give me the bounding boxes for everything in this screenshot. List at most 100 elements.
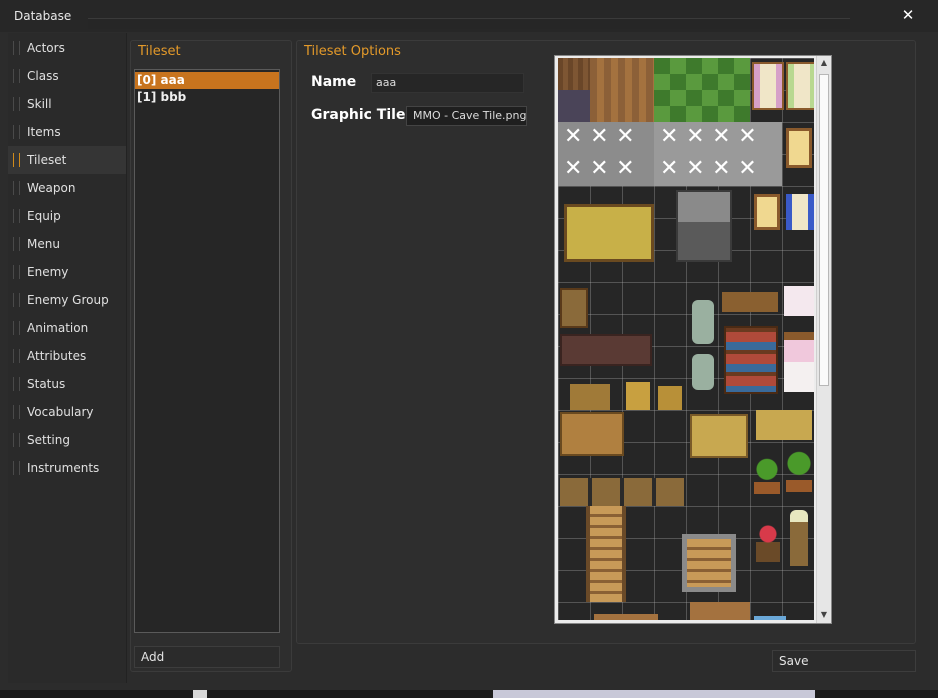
tileset-list: [0] aaa [1] bbb bbox=[134, 69, 280, 633]
sidebar-item-label: Enemy Group bbox=[27, 293, 109, 307]
blocked-x-icon: ✕ ✕ ✕ ✕ bbox=[660, 156, 757, 181]
tileset-scrollbar[interactable]: ▲ ▼ bbox=[816, 56, 831, 623]
tileset-preview[interactable]: ✕ ✕ ✕ ✕ ✕ ✕ ✕ ✕ ✕ ✕ ✕ ✕ ✕ ✕ ▲ ▼ bbox=[554, 55, 832, 624]
plant-tile bbox=[754, 456, 780, 494]
grip-icon bbox=[13, 69, 20, 83]
sidebar-item-skill[interactable]: Skill bbox=[8, 90, 126, 118]
sidebar-item-label: Animation bbox=[27, 321, 89, 335]
grip-icon bbox=[13, 153, 20, 167]
grip-icon bbox=[13, 405, 20, 419]
sidebar-item-equip[interactable]: Equip bbox=[8, 202, 126, 230]
wood-floor-tile bbox=[594, 614, 658, 620]
stairs-tile bbox=[586, 506, 626, 602]
sidebar-item-attributes[interactable]: Attributes bbox=[8, 342, 126, 370]
desk-tile bbox=[722, 292, 778, 312]
sidebar-item-status[interactable]: Status bbox=[8, 370, 126, 398]
scroll-down-icon[interactable]: ▼ bbox=[817, 608, 831, 622]
sidebar-item-label: Menu bbox=[27, 237, 60, 251]
sidebar-item-items[interactable]: Items bbox=[8, 118, 126, 146]
sidebar-item-enemy-group[interactable]: Enemy Group bbox=[8, 286, 126, 314]
sidebar-item-weapon[interactable]: Weapon bbox=[8, 174, 126, 202]
sidebar-item-label: Attributes bbox=[27, 349, 87, 363]
blocked-x-icon: ✕ ✕ ✕ bbox=[564, 124, 635, 149]
shelf-tile bbox=[560, 288, 588, 328]
sidebar-item-actors[interactable]: Actors bbox=[8, 34, 126, 62]
sidebar-item-label: Enemy bbox=[27, 265, 69, 279]
shelf-tile bbox=[570, 384, 610, 410]
sidebar-item-label: Actors bbox=[27, 41, 65, 55]
list-item[interactable]: [0] aaa bbox=[135, 72, 279, 89]
picture-frame-tile bbox=[626, 382, 650, 410]
flower-table-tile bbox=[756, 522, 780, 562]
title-drag-strip[interactable] bbox=[88, 18, 850, 29]
scroll-up-icon[interactable]: ▲ bbox=[817, 56, 831, 70]
floor-lamp-tile bbox=[790, 510, 808, 566]
window-title: Database bbox=[14, 9, 72, 23]
sidebar-nav: Actors Class Skill Items Tileset Weapon … bbox=[8, 33, 127, 683]
sidebar-item-enemy[interactable]: Enemy bbox=[8, 258, 126, 286]
curtain-window bbox=[786, 194, 814, 230]
grip-icon bbox=[13, 97, 20, 111]
curtain-window bbox=[752, 62, 784, 110]
dresser-tile bbox=[690, 414, 748, 458]
name-label: Name bbox=[311, 74, 357, 90]
grip-icon bbox=[13, 209, 20, 223]
grip-icon bbox=[13, 377, 20, 391]
window-tile bbox=[786, 128, 812, 168]
sidebar-item-vocabulary[interactable]: Vocabulary bbox=[8, 398, 126, 426]
grip-icon bbox=[13, 293, 20, 307]
bed-tile bbox=[784, 286, 814, 316]
dresser-tile bbox=[560, 334, 652, 366]
picture-frame-tile bbox=[658, 386, 682, 410]
sidebar-item-label: Weapon bbox=[27, 181, 76, 195]
water-tile bbox=[754, 616, 786, 620]
name-field[interactable]: aaa bbox=[371, 73, 524, 93]
scroll-thumb[interactable] bbox=[819, 74, 829, 386]
sidebar-item-instruments[interactable]: Instruments bbox=[8, 454, 126, 482]
sidebar-item-label: Skill bbox=[27, 97, 52, 111]
sidebar-item-animation[interactable]: Animation bbox=[8, 314, 126, 342]
add-button[interactable]: Add bbox=[134, 646, 280, 668]
sidebar-item-label: Class bbox=[27, 69, 59, 83]
save-button[interactable]: Save bbox=[772, 650, 916, 672]
lamp-table-row bbox=[560, 478, 684, 506]
grip-icon bbox=[13, 125, 20, 139]
graphic-tile-label: Graphic Tile bbox=[311, 107, 406, 123]
grip-icon bbox=[13, 181, 20, 195]
tileset-list-title: Tileset bbox=[138, 44, 181, 59]
wood-floor-tile bbox=[558, 58, 590, 90]
chair-tile bbox=[692, 354, 714, 390]
database-window: Database ✕ Actors Class Skill Items Tile… bbox=[0, 0, 938, 690]
close-icon[interactable]: ✕ bbox=[900, 7, 916, 23]
tile-grid[interactable]: ✕ ✕ ✕ ✕ ✕ ✕ ✕ ✕ ✕ ✕ ✕ ✕ ✕ ✕ bbox=[558, 58, 814, 620]
curtain-window bbox=[786, 62, 814, 110]
sidebar-item-label: Items bbox=[27, 125, 61, 139]
sidebar-item-label: Equip bbox=[27, 209, 61, 223]
flower-shelf-tile bbox=[756, 410, 812, 440]
bed-tile bbox=[784, 332, 814, 392]
sidebar-item-setting[interactable]: Setting bbox=[8, 426, 126, 454]
wood-floor-tile bbox=[690, 602, 750, 620]
sidebar-item-menu[interactable]: Menu bbox=[8, 230, 126, 258]
taskbar-item[interactable] bbox=[493, 690, 815, 698]
graphic-tile-value: MMO - Cave Tile.png bbox=[413, 109, 527, 122]
window-tile bbox=[754, 194, 780, 230]
grip-icon bbox=[13, 265, 20, 279]
green-checker-floor bbox=[654, 58, 750, 122]
taskbar-item[interactable] bbox=[193, 690, 207, 698]
sidebar-item-class[interactable]: Class bbox=[8, 62, 126, 90]
list-item[interactable]: [1] bbb bbox=[135, 89, 279, 106]
chair-tile bbox=[692, 300, 714, 344]
graphic-tile-select[interactable]: MMO - Cave Tile.png bbox=[406, 106, 527, 126]
sidebar-item-label: Instruments bbox=[27, 461, 100, 475]
bookshelf-tile bbox=[724, 326, 778, 394]
tileset-options-title: Tileset Options bbox=[304, 44, 401, 59]
fireplace-tile bbox=[676, 190, 732, 262]
wood-floor-tile bbox=[590, 58, 654, 122]
title-bar[interactable]: Database ✕ bbox=[0, 0, 938, 32]
sidebar-item-label: Status bbox=[27, 377, 66, 391]
dark-floor-tile bbox=[558, 90, 590, 122]
sidebar-item-tileset[interactable]: Tileset bbox=[8, 146, 126, 174]
sidebar-item-label: Setting bbox=[27, 433, 70, 447]
blocked-x-icon: ✕ ✕ ✕ bbox=[564, 156, 635, 181]
